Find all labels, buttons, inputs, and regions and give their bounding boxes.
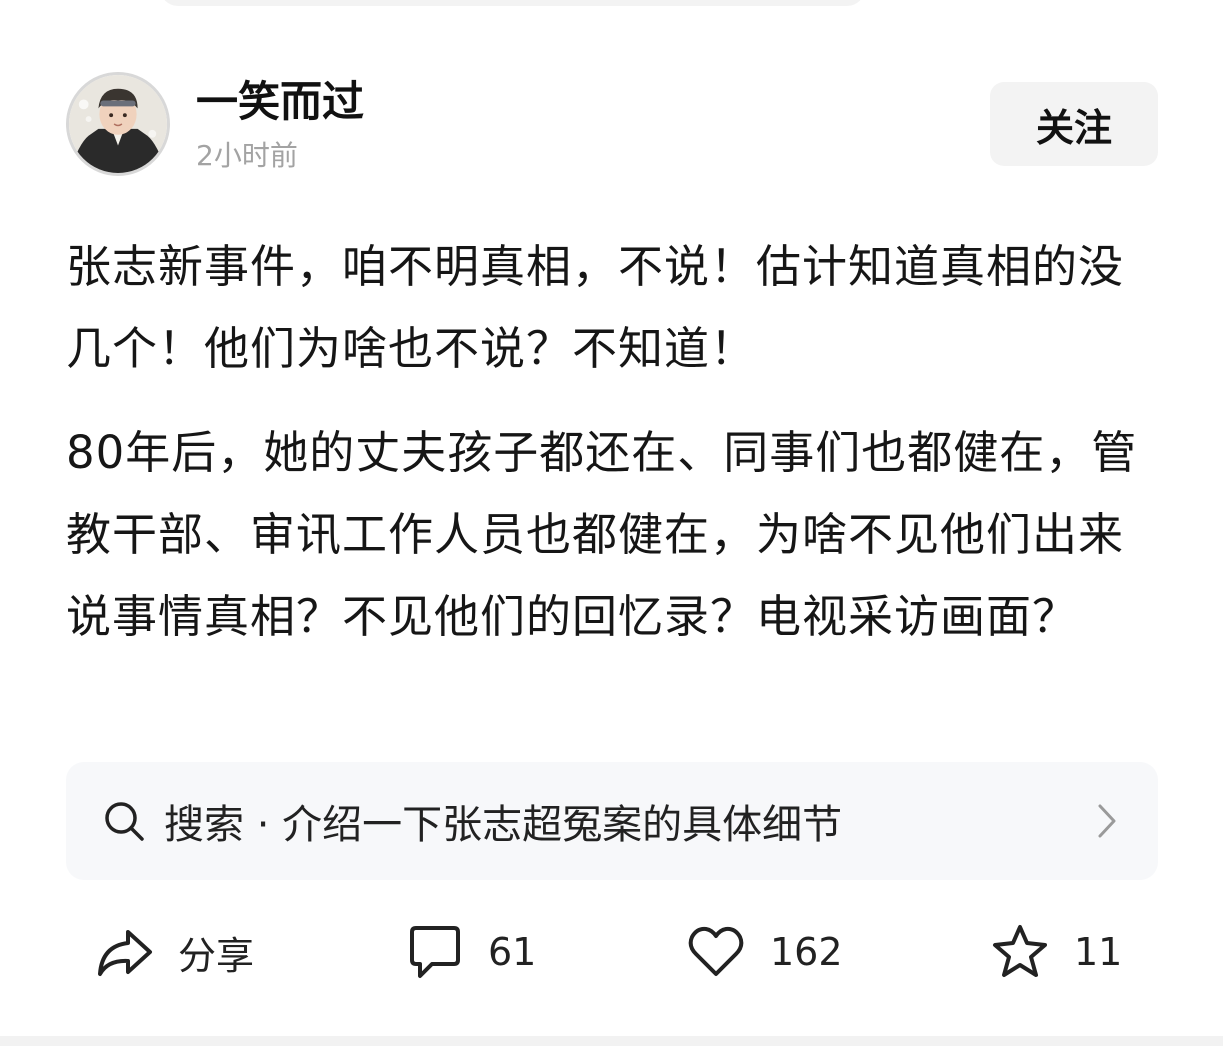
post-paragraph: 80年后，她的丈夫孩子都还在、同事们也都健在，管教干部、审讯工作人员也都健在，为… — [66, 426, 1138, 643]
comment-button[interactable]: 61 — [404, 912, 536, 992]
post-paragraph: 张志新事件，咱不明真相，不说！估计知道真相的没几个！他们为啥也不说？不知道！ — [66, 240, 1125, 375]
share-icon — [98, 930, 152, 976]
follow-button[interactable]: 关注 — [990, 82, 1158, 166]
post-body: 张志新事件，咱不明真相，不说！估计知道真相的没几个！他们为啥也不说？不知道！ 8… — [66, 226, 1166, 658]
like-button[interactable]: 162 — [686, 912, 843, 992]
action-bar: 分享 61 162 11 — [66, 912, 1158, 992]
post-header: 一笑而过 2小时前 关注 — [66, 72, 1158, 176]
search-suggestion-text: 搜索 · 介绍一下张志超冤案的具体细节 — [164, 802, 843, 848]
author-name[interactable]: 一笑而过 — [196, 74, 364, 130]
chevron-right-icon — [1098, 804, 1116, 838]
search-suggestion-card[interactable]: 搜索 · 介绍一下张志超冤案的具体细节 — [66, 762, 1158, 880]
search-icon — [105, 802, 144, 841]
like-count: 162 — [770, 930, 843, 974]
heart-icon — [688, 926, 744, 976]
comment-count: 61 — [488, 930, 537, 974]
avatar[interactable] — [66, 72, 170, 176]
share-button[interactable]: 分享 — [94, 912, 254, 992]
favorite-count: 11 — [1074, 930, 1123, 974]
top-search-bar-edge — [160, 0, 865, 6]
star-icon — [993, 925, 1047, 977]
bottom-divider — [0, 1036, 1223, 1046]
share-label: 分享 — [178, 933, 255, 978]
comment-icon — [410, 926, 460, 978]
favorite-button[interactable]: 11 — [990, 912, 1122, 992]
post-time: 2小时前 — [196, 139, 298, 172]
avatar-image — [69, 75, 167, 173]
